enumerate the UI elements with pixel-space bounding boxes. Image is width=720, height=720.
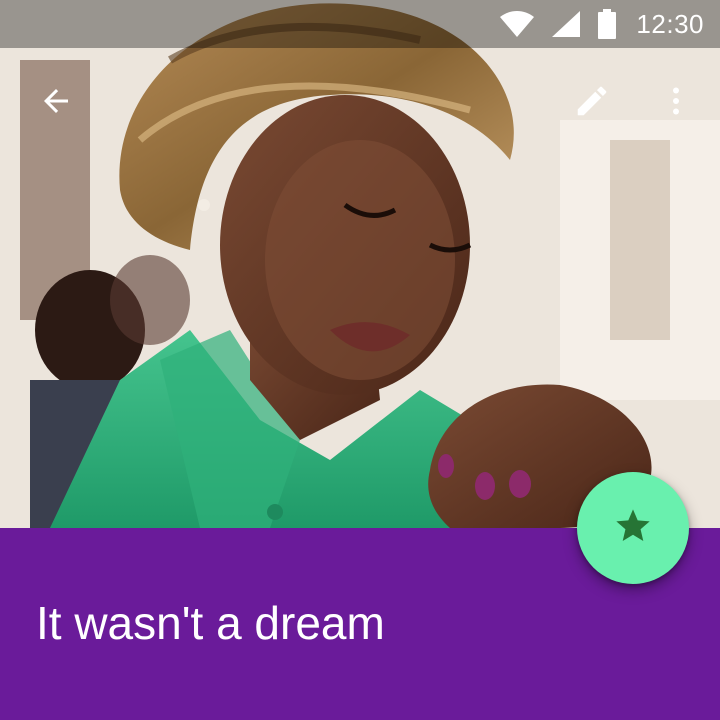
page-title: It wasn't a dream xyxy=(36,597,385,649)
status-bar: 12:30 xyxy=(0,0,720,48)
back-button[interactable] xyxy=(28,75,84,131)
app-toolbar xyxy=(0,48,720,160)
detail-screen: 12:30 It wasn't a dream xyxy=(0,0,720,720)
battery-icon xyxy=(598,9,617,39)
favorite-fab[interactable] xyxy=(577,472,689,584)
star-icon xyxy=(613,506,653,551)
wifi-icon xyxy=(500,11,535,37)
pencil-icon xyxy=(573,82,611,125)
more-vert-icon xyxy=(658,83,694,124)
more-options-button[interactable] xyxy=(648,75,704,131)
status-time: 12:30 xyxy=(636,8,704,39)
arrow-back-icon xyxy=(38,83,74,124)
cell-signal-icon xyxy=(552,11,581,37)
edit-button[interactable] xyxy=(564,75,620,131)
